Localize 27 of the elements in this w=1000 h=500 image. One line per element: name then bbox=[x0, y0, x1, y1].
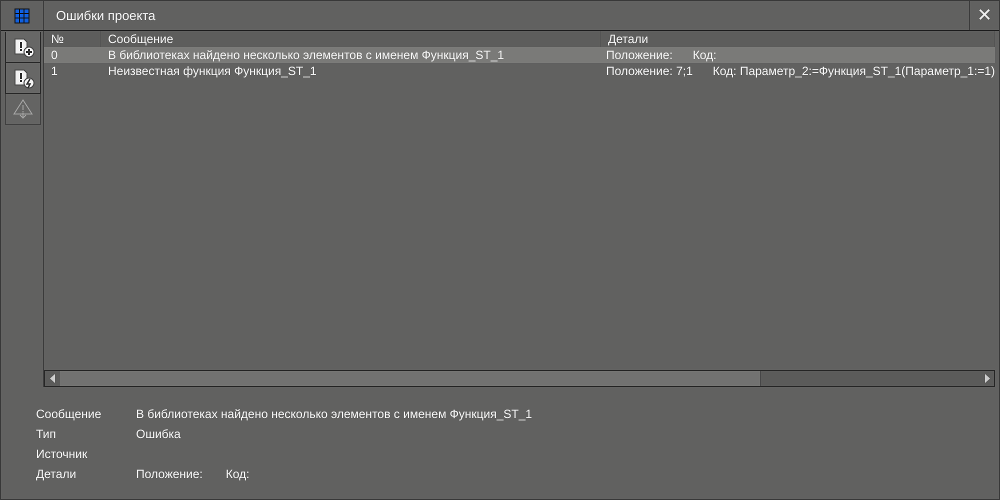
detail-label: Тип bbox=[36, 427, 58, 441]
right-arrow-icon[interactable] bbox=[984, 374, 990, 383]
table-cell: Код: bbox=[692, 48, 716, 62]
horizontal-scrollbar[interactable] bbox=[44, 370, 995, 387]
table-cell: Положение: bbox=[606, 48, 673, 62]
table-row[interactable]: 1 Неизвестная функция Функция_ST_1 Положение: 7;1 Код: Параметр_2:=Функция_ST_1(Параметр_1:=1) bbox=[44, 63, 995, 79]
detail-label: Источник bbox=[36, 447, 88, 461]
detail-label: Детали bbox=[36, 467, 78, 481]
toolbar-button[interactable] bbox=[5, 32, 41, 63]
left-arrow-icon[interactable] bbox=[50, 374, 56, 383]
table-cell: Код: Параметр_2:=Функция_ST_1(Параметр_1:=1) bbox=[712, 64, 995, 78]
detail-label: Сообщение bbox=[36, 407, 102, 421]
close-button[interactable]: ✕ bbox=[969, 1, 999, 30]
table-cell-text: Неизвестная функция Функция_ST_1 bbox=[107, 64, 318, 78]
detail-value: Положение: bbox=[136, 467, 203, 481]
detail-value: Ошибка bbox=[136, 427, 182, 441]
toolbar-button[interactable] bbox=[5, 63, 41, 94]
grid-icon bbox=[14, 8, 30, 24]
detail-value: В библиотеках найдено несколько элементов с именем Функция_ST_1 bbox=[136, 407, 534, 421]
table-cell-text: 0 bbox=[50, 48, 59, 62]
table-cell-text: В библиотеках найдено несколько элементов с именем Функция_ST_1 bbox=[107, 48, 506, 62]
warning-down-icon bbox=[12, 98, 34, 120]
detail-value: Код: bbox=[226, 467, 250, 481]
table-cell: Положение: 7;1 bbox=[606, 64, 693, 78]
table-row[interactable]: 0 В библиотеках найдено несколько элементов с именем Функция_ST_1 Положение: Код: bbox=[44, 47, 995, 63]
window-title: Ошибки проекта bbox=[55, 8, 156, 23]
table-cell-text: 1 bbox=[50, 64, 59, 78]
